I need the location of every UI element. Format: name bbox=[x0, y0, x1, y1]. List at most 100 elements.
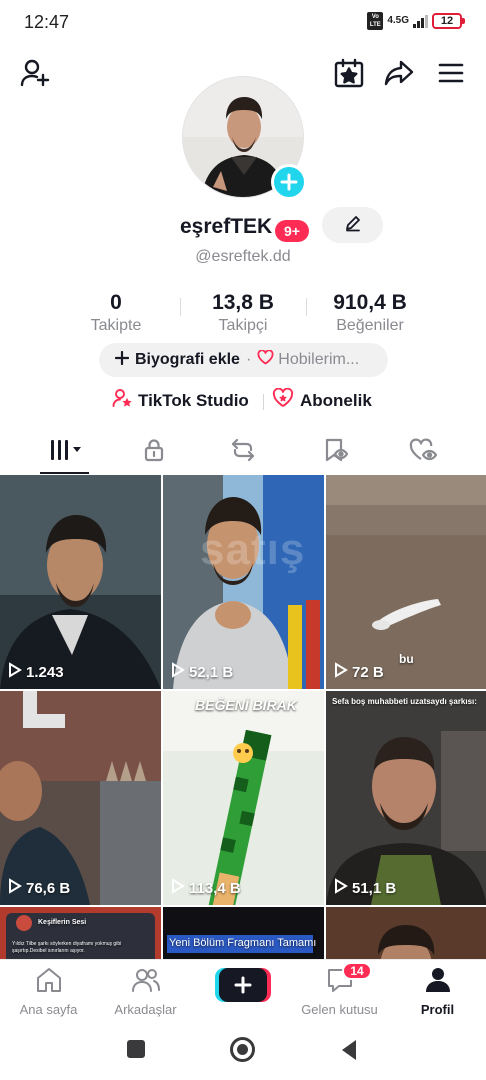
subscription-link[interactable]: Abonelik bbox=[272, 387, 372, 413]
battery-icon: 12 bbox=[432, 13, 465, 29]
tab-private[interactable] bbox=[105, 430, 202, 474]
stat-label: Takipçi bbox=[218, 317, 268, 334]
links-row: TikTok Studio Abonelik bbox=[0, 386, 486, 414]
stat-following[interactable]: 0 Takipte bbox=[46, 291, 186, 335]
studio-label: TikTok Studio bbox=[138, 390, 249, 410]
nav-home[interactable]: Ana sayfa bbox=[0, 966, 97, 1017]
hobbies-button[interactable]: Hobilerim... bbox=[278, 351, 359, 369]
view-count: 72 B bbox=[334, 662, 384, 682]
active-tab-indicator bbox=[40, 472, 89, 474]
video-thumbnail[interactable]: Yeni Bölüm Fragmanı Tamamı bbox=[163, 907, 324, 959]
profile-tabs bbox=[0, 430, 486, 474]
add-bio-button[interactable]: Biyografi ekle bbox=[135, 351, 240, 369]
nav-label: Gelen kutusu bbox=[301, 1002, 378, 1017]
profile-handle: @esreftek.dd bbox=[195, 248, 291, 265]
video-caption: Yeni Bölüm Fragmanı Tamamı bbox=[169, 937, 317, 949]
nav-friends[interactable]: Arkadaşlar bbox=[97, 966, 194, 1017]
pencil-icon bbox=[344, 214, 362, 237]
status-indicators: Vo LTE 4.5G 12 bbox=[367, 12, 465, 30]
video-thumbnail[interactable] bbox=[326, 907, 486, 959]
view-count: 113,4 B bbox=[171, 878, 241, 898]
friends-icon bbox=[131, 966, 161, 999]
video-thumbnail[interactable]: 1.243 bbox=[0, 475, 161, 689]
view-count: 51,1 B bbox=[334, 878, 396, 898]
play-icon bbox=[171, 878, 185, 898]
tab-reposts[interactable] bbox=[194, 430, 291, 474]
video-thumbnail[interactable]: 76,6 B bbox=[0, 691, 161, 905]
tab-liked[interactable] bbox=[374, 430, 471, 474]
play-icon bbox=[334, 878, 348, 898]
profile-username: eşrefTEK bbox=[180, 215, 273, 238]
lock-icon bbox=[141, 437, 167, 468]
bottom-navigation: Ana sayfa Arkadaşlar Gelen kutusu 14 Pro… bbox=[0, 959, 486, 1021]
tiktok-studio-link[interactable]: TikTok Studio bbox=[112, 388, 249, 413]
stat-value: 910,4 B bbox=[333, 291, 407, 314]
watermark: satış bbox=[200, 525, 306, 574]
tab-videos[interactable] bbox=[16, 430, 113, 474]
home-circle-icon[interactable] bbox=[230, 1037, 255, 1062]
bookmark-hidden-icon bbox=[321, 437, 349, 468]
video-caption: BEĞENİ BIRAK bbox=[195, 697, 297, 713]
nav-inbox[interactable]: Gelen kutusu bbox=[291, 966, 388, 1017]
notification-badge[interactable]: 9+ bbox=[275, 220, 309, 242]
profile-avatar[interactable] bbox=[182, 76, 307, 200]
add-avatar-button[interactable] bbox=[271, 164, 307, 200]
video-caption: Keşiflerin Sesi bbox=[38, 919, 87, 926]
view-count: 76,6 B bbox=[8, 878, 70, 898]
back-icon[interactable] bbox=[340, 1039, 358, 1066]
heart-star-icon bbox=[272, 387, 294, 413]
repost-icon bbox=[229, 437, 257, 468]
home-icon bbox=[34, 966, 64, 999]
create-button[interactable] bbox=[215, 968, 271, 1002]
separator-dot: · bbox=[245, 351, 252, 368]
recents-icon[interactable] bbox=[127, 1040, 145, 1058]
inbox-badge: 14 bbox=[342, 962, 372, 980]
video-caption: Sefa boş muhabbeti uzatsaydı şarkısı: bbox=[332, 697, 477, 706]
nav-label: Ana sayfa bbox=[19, 1002, 78, 1017]
video-thumbnail[interactable]: Keşiflerin Sesi Yıldız Tilbe şarkı söyle… bbox=[0, 907, 161, 959]
play-icon bbox=[8, 878, 22, 898]
share-icon[interactable] bbox=[382, 56, 416, 90]
video-grid: 1.243 52,1 B bu 72 B satış 76,6 B BEĞENİ… bbox=[0, 475, 486, 959]
network-type: 4.5G bbox=[387, 15, 409, 26]
video-thumbnail[interactable]: Sefa boş muhabbeti uzatsaydı şarkısı: 51… bbox=[326, 691, 486, 905]
profile-icon bbox=[423, 966, 453, 999]
system-navigation bbox=[0, 1021, 486, 1080]
add-user-icon[interactable] bbox=[18, 56, 52, 90]
signal-icon bbox=[413, 14, 428, 28]
tab-favorites[interactable] bbox=[286, 430, 383, 474]
stat-value: 13,8 B bbox=[212, 291, 274, 314]
edit-profile-button[interactable] bbox=[322, 207, 383, 243]
heart-hidden-icon bbox=[408, 437, 438, 468]
video-thumbnail[interactable]: bu 72 B bbox=[326, 475, 486, 689]
bio-pill: Biyografi ekle · Hobilerim... bbox=[99, 343, 388, 377]
view-count: 1.243 bbox=[8, 662, 64, 682]
status-bar: 12:47 Vo LTE 4.5G 12 bbox=[0, 0, 486, 44]
volte-badge: Vo LTE bbox=[367, 12, 384, 30]
nav-label: Profil bbox=[420, 1002, 455, 1017]
video-subcaption: Yıldız Tilbe şarkı söylerken diyaframı y… bbox=[12, 941, 122, 954]
plus-icon bbox=[114, 350, 130, 370]
play-icon bbox=[171, 662, 185, 682]
video-caption: bu bbox=[399, 652, 414, 666]
heart-icon bbox=[257, 349, 274, 370]
stat-followers[interactable]: 13,8 B Takipçi bbox=[173, 291, 313, 335]
play-icon bbox=[8, 662, 22, 682]
status-time: 12:47 bbox=[24, 12, 70, 32]
menu-icon[interactable] bbox=[434, 56, 468, 90]
view-count: 52,1 B bbox=[171, 662, 233, 682]
play-icon bbox=[334, 662, 348, 682]
nav-profile[interactable]: Profil bbox=[389, 966, 486, 1017]
stat-likes[interactable]: 910,4 B Beğeniler bbox=[300, 291, 440, 335]
nav-label: Arkadaşlar bbox=[114, 1002, 177, 1017]
grid-icon bbox=[45, 437, 85, 468]
video-thumbnail[interactable]: 52,1 B bbox=[163, 475, 324, 689]
user-star-icon bbox=[112, 388, 132, 413]
link-divider bbox=[263, 394, 264, 410]
calendar-star-icon[interactable] bbox=[332, 56, 366, 90]
subscription-label: Abonelik bbox=[300, 390, 372, 410]
stat-label: Beğeniler bbox=[336, 317, 404, 334]
video-thumbnail[interactable]: BEĞENİ BIRAK 113,4 B bbox=[163, 691, 324, 905]
stat-label: Takipte bbox=[90, 317, 142, 334]
stat-value: 0 bbox=[110, 291, 122, 314]
